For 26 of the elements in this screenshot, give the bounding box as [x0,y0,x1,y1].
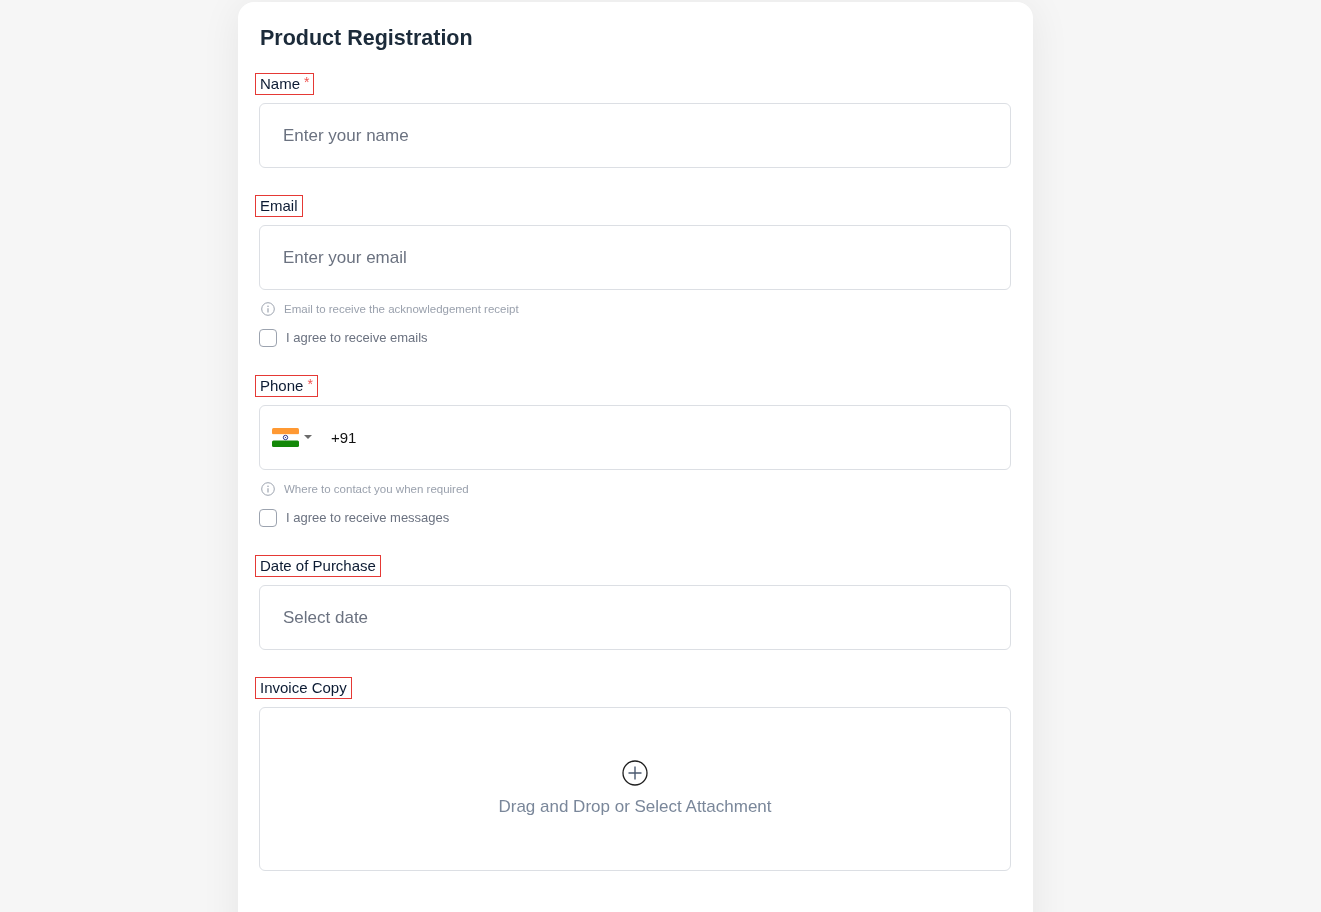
hint-text: Email to receive the acknowledgement receipt [284,302,519,317]
required-asterisk: * [307,376,313,392]
checkbox[interactable] [259,329,277,347]
flag-icon [272,427,299,447]
field-label: Date of Purchase [260,556,376,576]
field-label: Phone [260,376,304,396]
upload-prompt: Drag and Drop or Select Attachment [498,796,772,818]
form-title: Product Registration [260,25,473,51]
text-field[interactable]: Enter your name [259,103,1011,168]
checkbox[interactable] [259,509,277,527]
hint-text: Where to contact you when required [284,482,469,497]
field-label: Name [260,74,300,94]
phone-field[interactable]: +91 [259,405,1011,470]
country-select[interactable] [272,426,312,448]
field-label: Email [260,196,298,216]
checkbox-label[interactable]: I agree to receive messages [286,509,450,527]
field-label: Invoice Copy [260,678,347,698]
checkbox-label[interactable]: I agree to receive emails [286,329,428,347]
info-icon [261,302,275,316]
caret-icon [304,435,312,439]
upload-dropzone[interactable]: Drag and Drop or Select Attachment [259,707,1011,871]
plus-circle-icon [622,760,648,786]
required-asterisk: * [304,74,310,90]
date-field[interactable]: Select date [259,585,1011,650]
text-field[interactable]: Enter your email [259,225,1011,290]
info-icon [261,482,275,496]
